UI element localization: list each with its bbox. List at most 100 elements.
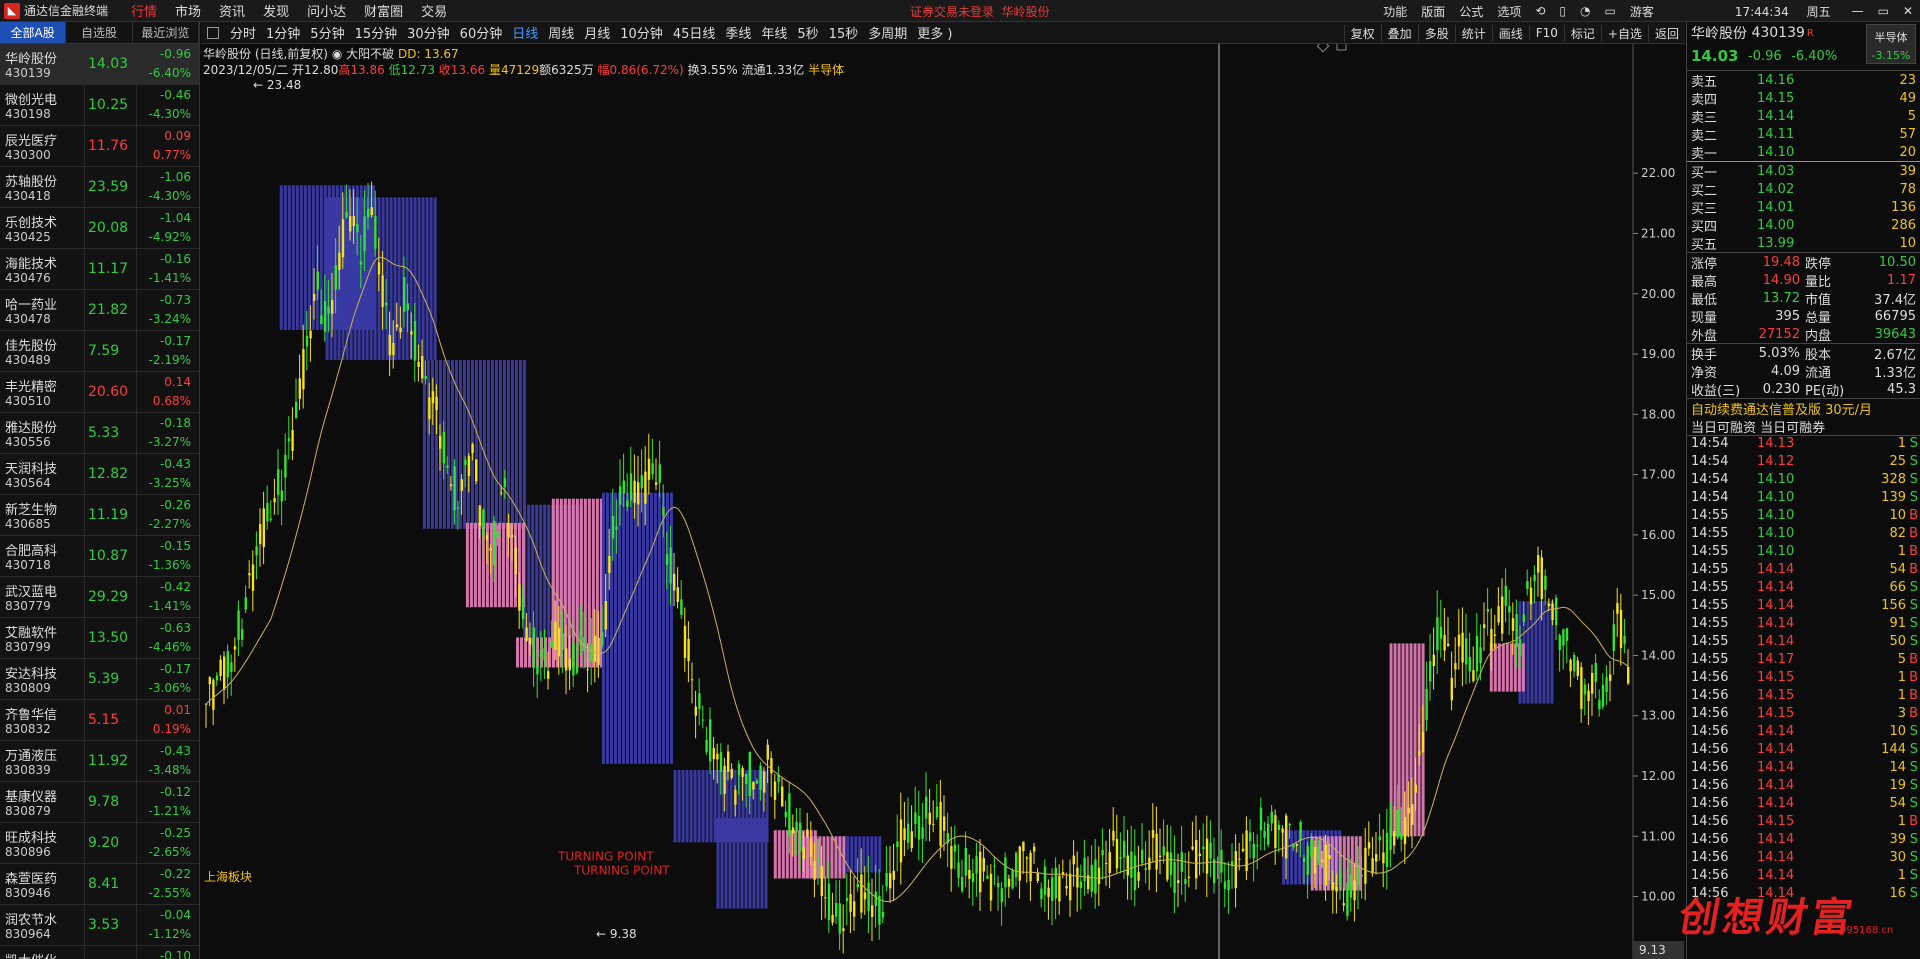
menu-news[interactable]: 资讯 — [210, 1, 254, 20]
stock-row[interactable]: 安达科技 830809 5.39 -0.17 -3.06% — [0, 659, 199, 700]
indicator-icon[interactable]: ◉ — [332, 47, 342, 61]
chart-tool-button[interactable]: 多股 — [1417, 24, 1455, 42]
stock-row[interactable]: 哈一药业 430478 21.82 -0.73 -3.24% — [0, 290, 199, 331]
promo-banner[interactable]: 自动续费通达信普及版 30元/月 — [1687, 399, 1920, 418]
menu-discover[interactable]: 发现 — [254, 1, 298, 20]
period-tab[interactable]: 分时 — [225, 23, 261, 42]
chart-tool-button[interactable]: 复权 — [1343, 24, 1381, 42]
stock-row[interactable]: 苏轴股份 430418 23.59 -1.06 -4.30% — [0, 167, 199, 208]
candle-body — [500, 492, 503, 494]
sector-board-label[interactable]: 上海板块 — [204, 868, 252, 885]
candle-body — [1468, 656, 1471, 672]
indicator-name[interactable]: 大阳不破 — [346, 47, 394, 61]
period-tab[interactable]: 多周期 — [863, 23, 912, 42]
bids-row[interactable]: 买五 13.99 10 — [1687, 234, 1920, 253]
layout-toggle-icon[interactable] — [207, 26, 219, 39]
stock-row[interactable]: 雅达股份 430556 5.33 -0.18 -3.27% — [0, 413, 199, 454]
login-notice[interactable]: 证券交易未登录 华岭股份 — [910, 3, 1050, 20]
chart-tool-button[interactable]: 统计 — [1454, 24, 1492, 42]
period-tab[interactable]: 更多 ) — [912, 23, 957, 42]
period-tab[interactable]: 季线 — [720, 23, 756, 42]
chart-tool-button[interactable]: 标记 — [1563, 24, 1601, 42]
period-tab[interactable]: 周线 — [543, 23, 579, 42]
stock-row[interactable]: 基康仪器 830879 9.78 -0.12 -1.21% — [0, 782, 199, 823]
stock-row[interactable]: 辰光医疗 430300 11.76 0.09 0.77% — [0, 126, 199, 167]
stock-row[interactable]: 天润科技 430564 12.82 -0.43 -3.25% — [0, 454, 199, 495]
tick-side: S — [1909, 454, 1918, 469]
stock-row[interactable]: 润农节水 830964 3.53 -0.04 -1.12% — [0, 905, 199, 946]
chat-icon[interactable]: ▭ — [1597, 4, 1622, 18]
tab-all-a-shares[interactable]: 全部A股 — [0, 22, 67, 43]
bar-sector[interactable]: 半导体 — [808, 63, 844, 77]
tick-list[interactable]: 14:54 14.13 1 S 14:54 14.12 25 S 14:54 14.10 328 S 1… — [1687, 436, 1920, 904]
sector-badge[interactable]: 半导体 -3.15% — [1866, 24, 1916, 64]
guest-label[interactable]: 游客 — [1623, 3, 1661, 20]
period-tab[interactable]: 日线 — [507, 23, 543, 42]
menu-trade[interactable]: 交易 — [412, 1, 456, 20]
period-tab[interactable]: 年线 — [756, 23, 792, 42]
stock-row[interactable]: 华岭股份 430139 14.03 -0.96 -6.40% — [0, 44, 199, 85]
kline-chart[interactable]: 10.00 11.00 12.00 13.00 14.00 15.00 16.00 17.00… — [201, 44, 1685, 959]
stock-row[interactable]: 新芝生物 430685 11.19 -0.26 -2.27% — [0, 495, 199, 536]
tab-recent[interactable]: 最近浏览 — [133, 22, 199, 43]
column-separator — [136, 618, 137, 659]
period-tab[interactable]: 月线 — [579, 23, 615, 42]
menu-market[interactable]: 市场 — [166, 1, 210, 20]
stock-row[interactable]: 万通液压 830839 11.92 -0.43 -3.48% — [0, 741, 199, 782]
stock-row[interactable]: 凯大催化830974-0.10 — [0, 946, 199, 959]
tab-watchlist[interactable]: 自选股 — [66, 22, 133, 43]
period-tab[interactable]: 60分钟 — [455, 23, 508, 42]
period-tab[interactable]: 30分钟 — [402, 23, 455, 42]
period-tab[interactable]: 45日线 — [668, 23, 721, 42]
stock-row[interactable]: 森萱医药 830946 8.41 -0.22 -2.55% — [0, 864, 199, 905]
stock-row[interactable]: 海能技术 430476 11.17 -0.16 -1.41% — [0, 249, 199, 290]
chart-tool-button[interactable]: 画线 — [1491, 24, 1529, 42]
stock-row[interactable]: 丰光精密 430510 20.60 0.14 0.68% — [0, 372, 199, 413]
bids-row[interactable]: 买三 14.01 136 — [1687, 198, 1920, 217]
bids-row[interactable]: 买二 14.02 78 — [1687, 180, 1920, 199]
bids-row[interactable]: 买一 14.03 39 — [1687, 162, 1920, 181]
minimize-icon[interactable]: — — [1845, 4, 1871, 18]
stock-row[interactable]: 佳先股份 430489 7.59 -0.17 -2.19% — [0, 331, 199, 372]
menu-options[interactable]: 选项 — [1490, 3, 1528, 20]
asks-row[interactable]: 卖二 14.11 57 — [1687, 125, 1920, 144]
stock-row[interactable]: 合肥高科 430718 10.87 -0.15 -1.36% — [0, 536, 199, 577]
period-tab[interactable]: 5秒 — [792, 23, 823, 42]
menu-wealth[interactable]: 财富圈 — [355, 1, 412, 20]
maximize-icon[interactable]: ▭ — [1871, 4, 1896, 18]
margin-text: 当日可融资 当日可融券 — [1691, 420, 1826, 436]
period-tab[interactable]: 1分钟 — [261, 23, 305, 42]
bids-row[interactable]: 买四 14.00 286 — [1687, 216, 1920, 235]
candle-body — [1411, 804, 1414, 825]
stock-row[interactable]: 微创光电 430198 10.25 -0.46 -4.30% — [0, 85, 199, 126]
stock-row[interactable]: 乐创技术 430425 20.08 -1.04 -4.92% — [0, 208, 199, 249]
chart-tool-button[interactable]: 叠加 — [1380, 24, 1418, 42]
bell-icon[interactable]: ◔ — [1573, 4, 1597, 18]
stock-row[interactable]: 齐鲁华信 830832 5.15 0.01 0.19% — [0, 700, 199, 741]
asks-row[interactable]: 卖三 14.14 5 — [1687, 107, 1920, 126]
stock-code: 830799 — [5, 640, 51, 654]
chart-tool-button[interactable]: 返回 — [1647, 24, 1685, 42]
period-tab[interactable]: 15分钟 — [350, 23, 403, 42]
asks-row[interactable]: 卖四 14.15 49 — [1687, 89, 1920, 108]
phone-icon[interactable]: ▯ — [1552, 4, 1573, 18]
menu-formula[interactable]: 公式 — [1452, 3, 1490, 20]
candle-body — [1447, 643, 1450, 647]
menu-quotes[interactable]: 行情 — [122, 1, 166, 20]
stock-row[interactable]: 艾融软件 830799 13.50 -0.63 -4.46% — [0, 618, 199, 659]
stock-row[interactable]: 旺成科技 830896 9.20 -0.25 -2.65% — [0, 823, 199, 864]
chart-tool-button[interactable]: F10 — [1528, 26, 1564, 40]
asks-row[interactable]: 卖五 14.16 23 — [1687, 71, 1920, 90]
chart-tool-button[interactable]: +自选 — [1600, 24, 1648, 42]
menu-ask[interactable]: 问小达 — [298, 1, 355, 20]
menu-function[interactable]: 功能 — [1376, 3, 1414, 20]
refresh-icon[interactable]: ⟲ — [1528, 4, 1552, 18]
period-tab[interactable]: 10分钟 — [615, 23, 668, 42]
stock-row[interactable]: 武汉蓝电 830779 29.29 -0.42 -1.41% — [0, 577, 199, 618]
menu-layout[interactable]: 版面 — [1414, 3, 1452, 20]
period-tab[interactable]: 5分钟 — [305, 23, 349, 42]
asks-row[interactable]: 卖一 14.10 20 — [1687, 143, 1920, 162]
close-icon[interactable]: ✕ — [1896, 4, 1920, 18]
period-tab[interactable]: 15秒 — [824, 23, 864, 42]
candle-body — [1227, 879, 1230, 891]
